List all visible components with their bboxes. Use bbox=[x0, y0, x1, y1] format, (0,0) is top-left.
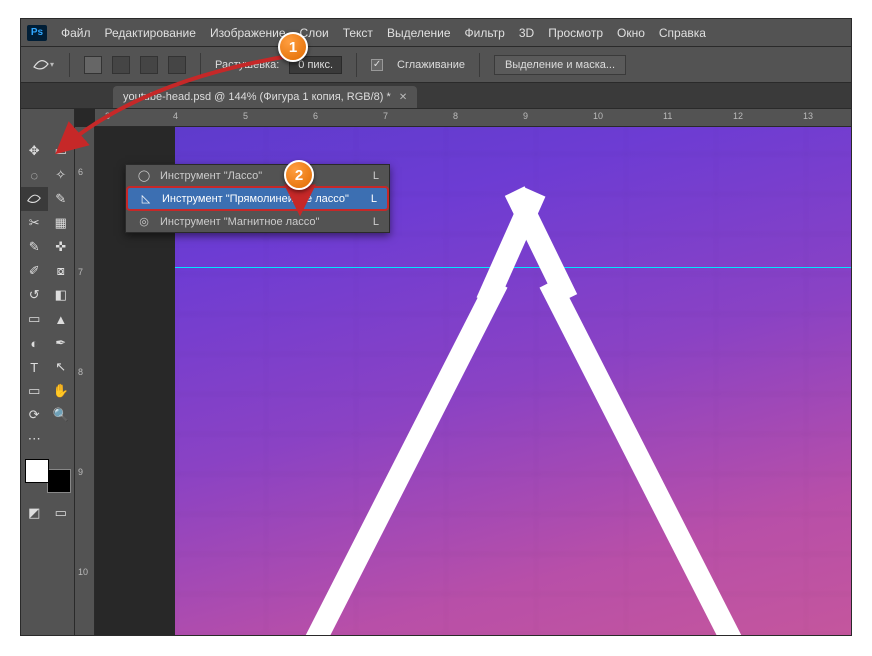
menu-view[interactable]: Просмотр bbox=[548, 26, 603, 40]
lasso-option-lasso[interactable]: ◯ Инструмент "Лассо" L bbox=[126, 165, 389, 186]
path-select-tool[interactable]: ↖ bbox=[48, 355, 75, 379]
move-tool[interactable]: ✥ bbox=[21, 139, 48, 163]
lasso-option-magnetic[interactable]: ◎ Инструмент "Магнитное лассо" L bbox=[126, 211, 389, 232]
menu-edit[interactable]: Редактирование bbox=[105, 26, 196, 40]
work-area: 3 4 5 6 7 8 9 10 11 12 13 6 7 8 9 10 bbox=[75, 109, 851, 635]
quick-select-tool[interactable]: ✎ bbox=[48, 187, 75, 211]
antialias-label: Сглаживание bbox=[397, 59, 465, 71]
horizontal-ruler[interactable]: 3 4 5 6 7 8 9 10 11 12 13 bbox=[95, 109, 851, 127]
artboard-tool[interactable]: ▭ bbox=[48, 139, 75, 163]
quick-mask-toggle[interactable]: ◩ bbox=[21, 501, 48, 525]
vertical-ruler[interactable]: 6 7 8 9 10 bbox=[75, 127, 95, 635]
lasso-option-polygonal[interactable]: ◺ Инструмент "Прямолинейное лассо" L bbox=[126, 186, 389, 211]
marquee-tool[interactable]: ◌ bbox=[21, 163, 48, 187]
blur-tool[interactable]: ▲ bbox=[48, 307, 75, 331]
gradient-tool[interactable]: ▭ bbox=[21, 307, 48, 331]
background-color-swatch[interactable] bbox=[47, 469, 71, 493]
clone-stamp-tool[interactable]: ⧇ bbox=[48, 259, 75, 283]
rotate-view-tool[interactable]: ⟳ bbox=[21, 403, 48, 427]
magic-wand-tool[interactable]: ✧ bbox=[48, 163, 75, 187]
toolbox: ✥ ▭ ◌ ✧ ✎ ✂ ▦ ✎ ✜ ✐ ⧇ bbox=[21, 109, 75, 635]
selection-mode-subtract[interactable] bbox=[140, 56, 158, 74]
feather-label: Растушёвка: bbox=[215, 59, 279, 71]
eraser-tool[interactable]: ◧ bbox=[48, 283, 75, 307]
polygonal-lasso-icon: ◺ bbox=[138, 192, 154, 205]
selection-mode-intersect[interactable] bbox=[168, 56, 186, 74]
select-and-mask-button[interactable]: Выделение и маска... bbox=[494, 55, 626, 75]
document-tab-title: youtube-head.psd @ 144% (Фигура 1 копия,… bbox=[123, 91, 391, 103]
magnetic-lasso-icon: ◎ bbox=[136, 215, 152, 228]
annotation-badge-1: 1 bbox=[278, 32, 308, 62]
menu-help[interactable]: Справка bbox=[659, 26, 706, 40]
foreground-color-swatch[interactable] bbox=[25, 459, 49, 483]
options-bar: ▾ Растушёвка: 0 пикс. ✓ Сглаживание Выде… bbox=[21, 47, 851, 83]
screen-mode-toggle[interactable]: ▭ bbox=[48, 501, 75, 525]
lasso-icon: ◯ bbox=[136, 169, 152, 182]
frame-tool[interactable]: ▦ bbox=[48, 211, 75, 235]
selection-mode-add[interactable] bbox=[112, 56, 130, 74]
shape-tool[interactable]: ▭ bbox=[21, 379, 48, 403]
menu-filter[interactable]: Фильтр bbox=[465, 26, 505, 40]
document-tab-bar: youtube-head.psd @ 144% (Фигура 1 копия,… bbox=[21, 83, 851, 109]
lasso-tool-flyout: ◯ Инструмент "Лассо" L ◺ Инструмент "Пря… bbox=[125, 164, 390, 233]
dodge-tool[interactable]: ◐ bbox=[21, 331, 48, 355]
menu-image[interactable]: Изображение bbox=[210, 26, 286, 40]
crop-tool[interactable]: ✂ bbox=[21, 211, 48, 235]
app-icon: Ps bbox=[27, 25, 47, 41]
patch-tool[interactable]: ✜ bbox=[48, 235, 75, 259]
shape-stroke bbox=[540, 278, 773, 635]
close-tab-icon[interactable]: ✕ bbox=[399, 92, 407, 103]
shape-stroke bbox=[275, 278, 508, 635]
menu-3d[interactable]: 3D bbox=[519, 26, 534, 40]
type-tool[interactable]: T bbox=[21, 355, 48, 379]
annotation-badge-2: 2 bbox=[284, 160, 314, 190]
brush-tool[interactable]: ✐ bbox=[21, 259, 48, 283]
menu-select[interactable]: Выделение bbox=[387, 26, 451, 40]
selection-mode-new[interactable] bbox=[84, 56, 102, 74]
document-tab[interactable]: youtube-head.psd @ 144% (Фигура 1 копия,… bbox=[113, 86, 417, 108]
menu-window[interactable]: Окно bbox=[617, 26, 645, 40]
menu-bar: Ps Файл Редактирование Изображение Слои … bbox=[21, 19, 851, 47]
menu-type[interactable]: Текст bbox=[343, 26, 373, 40]
pen-tool[interactable]: ✒ bbox=[48, 331, 75, 355]
edit-toolbar[interactable]: ⋯ bbox=[21, 427, 48, 451]
hand-tool[interactable]: ✋ bbox=[48, 379, 75, 403]
lasso-tool[interactable] bbox=[21, 187, 48, 211]
zoom-tool[interactable]: 🔍 bbox=[48, 403, 75, 427]
antialias-checkbox[interactable]: ✓ bbox=[371, 59, 383, 71]
menu-file[interactable]: Файл bbox=[61, 26, 91, 40]
current-tool-icon[interactable]: ▾ bbox=[31, 55, 55, 75]
eyedropper-tool[interactable]: ✎ bbox=[21, 235, 48, 259]
foreground-background-swatch[interactable] bbox=[25, 459, 71, 493]
history-brush-tool[interactable]: ↺ bbox=[21, 283, 48, 307]
